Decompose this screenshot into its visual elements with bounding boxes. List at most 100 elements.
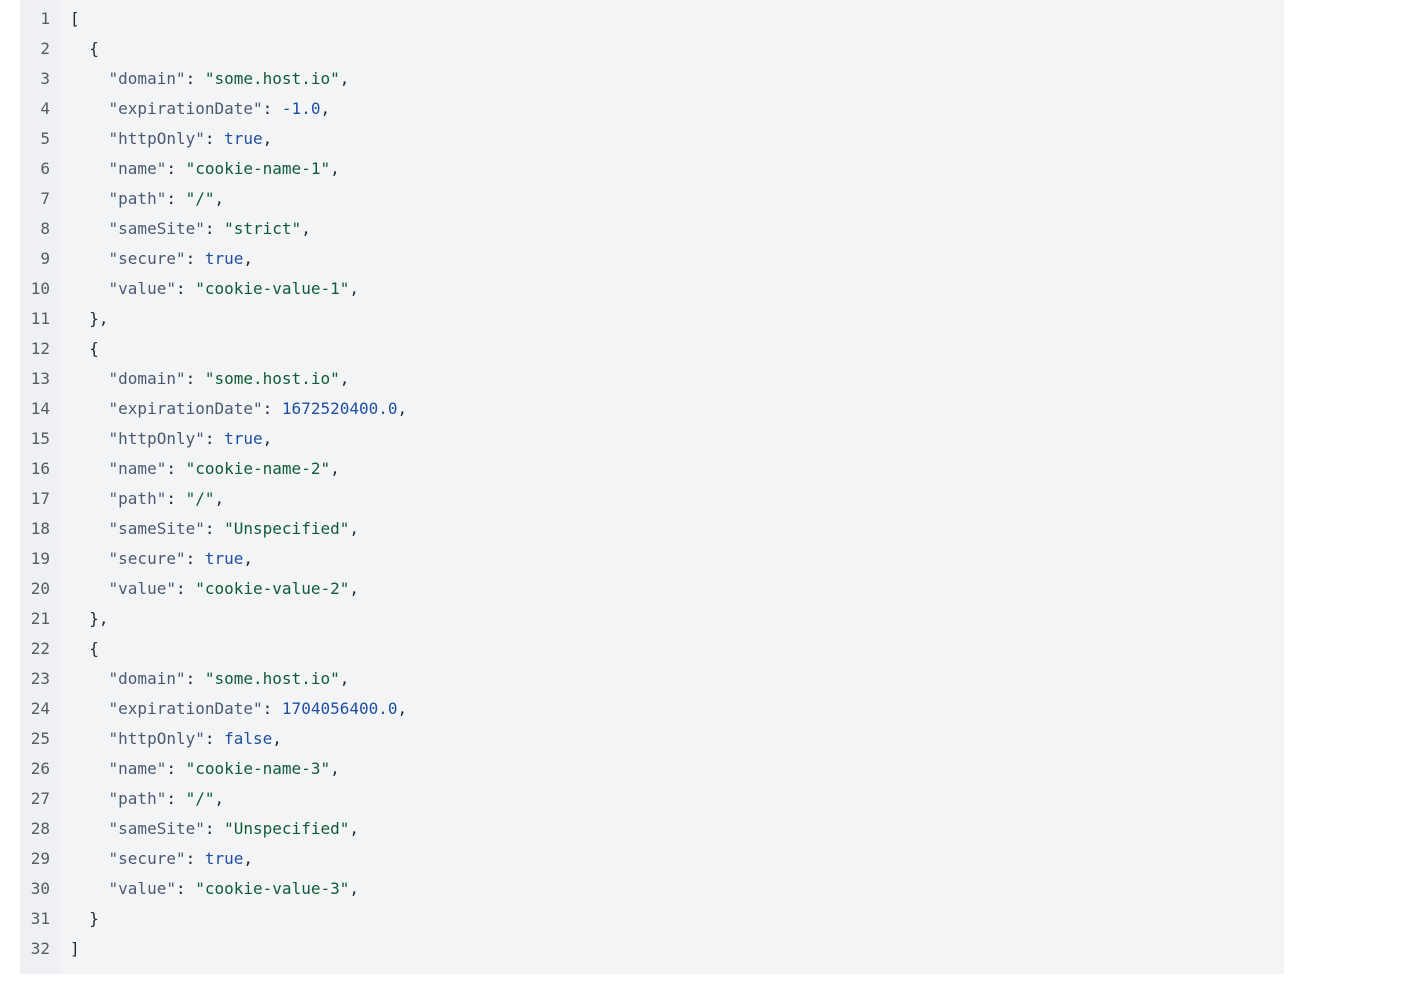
json-punctuation: : (262, 99, 282, 118)
code-line: [ (70, 4, 1284, 34)
json-string: "cookie-value-3" (195, 879, 350, 898)
json-punctuation: , (243, 249, 254, 268)
line-number: 18 (30, 519, 50, 538)
code-block: 1 2 3 4 5 6 7 8 9 10 11 12 13 14 15 16 17 18 19 20 21 22 23 24 2… (20, 0, 1284, 974)
line-number: 15 (30, 429, 50, 448)
json-boolean: true (224, 129, 263, 148)
json-key: "path" (108, 189, 167, 208)
code-line: "sameSite": "Unspecified", (70, 514, 1284, 544)
line-number: 4 (40, 99, 50, 118)
json-punctuation: , (214, 189, 225, 208)
line-number: 6 (40, 159, 50, 178)
code-line: "expirationDate": 1704056400.0, (70, 694, 1284, 724)
json-punctuation: : (175, 879, 196, 898)
json-number: 1672520400.0 (281, 399, 398, 418)
json-string: "some.host.io" (204, 69, 340, 88)
json-punctuation: , (339, 69, 350, 88)
json-punctuation: }, (89, 309, 109, 328)
json-boolean: true (204, 549, 244, 568)
line-number: 16 (30, 459, 50, 478)
json-key: "name" (108, 759, 167, 778)
json-punctuation: : (166, 759, 186, 778)
code-line: "name": "cookie-name-2", (70, 454, 1284, 484)
json-string: "/" (185, 189, 215, 208)
json-string: "cookie-name-2" (185, 459, 331, 478)
line-number: 5 (40, 129, 50, 148)
line-number: 17 (30, 489, 50, 508)
line-number: 2 (40, 39, 50, 58)
line-number: 7 (40, 189, 50, 208)
line-number: 22 (30, 639, 50, 658)
json-punctuation: , (349, 519, 359, 538)
json-string: "strict" (224, 219, 302, 238)
json-key: "sameSite" (108, 819, 205, 838)
json-key: "value" (108, 579, 176, 598)
json-key: "sameSite" (108, 219, 205, 238)
line-number: 27 (30, 789, 50, 808)
json-key: "expirationDate" (108, 99, 263, 118)
json-string: "Unspecified" (224, 819, 350, 838)
json-key: "httpOnly" (108, 729, 205, 748)
json-punctuation: { (89, 639, 99, 658)
json-key: "secure" (108, 549, 186, 568)
json-key: "value" (108, 879, 176, 898)
json-punctuation: : (166, 489, 186, 508)
json-string: "cookie-value-2" (195, 579, 350, 598)
line-number: 11 (30, 309, 50, 328)
json-punctuation: : (166, 789, 186, 808)
code-line: "value": "cookie-value-1", (70, 274, 1284, 304)
json-key: "expirationDate" (108, 699, 263, 718)
line-number: 13 (30, 369, 50, 388)
code-line: "sameSite": "strict", (70, 214, 1284, 244)
json-punctuation: : (166, 459, 186, 478)
code-content[interactable]: [ { "domain": "some.host.io", "expiratio… (60, 0, 1284, 974)
code-line: "secure": true, (70, 844, 1284, 874)
json-punctuation: , (397, 699, 408, 718)
json-punctuation: , (397, 399, 408, 418)
json-punctuation: : (175, 279, 196, 298)
code-line: "path": "/", (70, 784, 1284, 814)
code-line: ] (70, 934, 1284, 964)
code-line: }, (70, 604, 1284, 634)
code-line: "domain": "some.host.io", (70, 664, 1284, 694)
line-number: 19 (30, 549, 50, 568)
json-punctuation: }, (89, 609, 109, 628)
code-line: "path": "/", (70, 484, 1284, 514)
json-punctuation: : (262, 399, 282, 418)
json-string: "cookie-value-1" (195, 279, 350, 298)
line-number: 23 (30, 669, 50, 688)
json-punctuation: , (339, 669, 350, 688)
json-punctuation: : (204, 219, 225, 238)
json-key: "httpOnly" (108, 129, 205, 148)
json-punctuation: : (204, 129, 225, 148)
json-string: "some.host.io" (204, 669, 340, 688)
json-punctuation: , (214, 489, 225, 508)
line-number: 28 (30, 819, 50, 838)
json-key: "name" (108, 159, 167, 178)
json-punctuation: : (175, 579, 196, 598)
json-punctuation: } (89, 909, 99, 928)
json-key: "name" (108, 459, 167, 478)
code-line: { (70, 634, 1284, 664)
json-key: "secure" (108, 249, 186, 268)
json-punctuation: : (185, 849, 205, 868)
json-number: -1.0 (281, 99, 321, 118)
line-number: 26 (30, 759, 50, 778)
line-number: 10 (30, 279, 50, 298)
line-number: 14 (30, 399, 50, 418)
